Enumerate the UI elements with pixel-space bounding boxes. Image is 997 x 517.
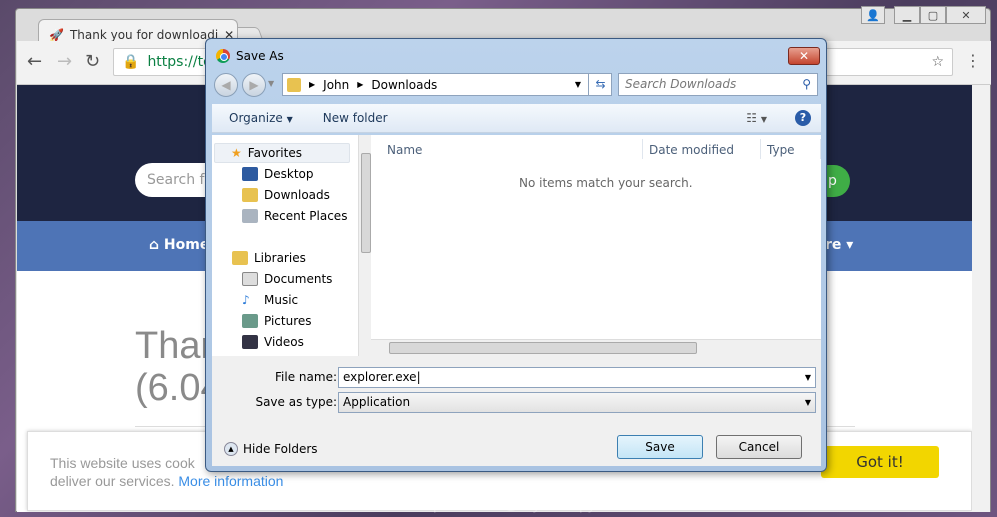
nav-more[interactable]: re ▾ [825,237,853,253]
help-icon[interactable]: ? [795,110,811,126]
nav-home[interactable]: ⌂ Home [149,237,209,253]
empty-message: No items match your search. [519,176,693,190]
profile-icon[interactable]: 👤 [861,6,885,24]
more-information-link[interactable]: More information [178,473,283,489]
lock-icon: 🔒 [122,54,140,70]
view-options-icon[interactable]: ☷ ▼ [746,111,767,125]
documents-icon [242,272,258,286]
column-date-modified[interactable]: Date modified [643,139,761,159]
nav-downloads[interactable]: Downloads [242,185,330,205]
nav-documents[interactable]: Documents [242,269,332,289]
hide-folders-button[interactable]: ▲ Hide Folders [224,442,318,456]
nav-recent-places[interactable]: Recent Places [242,206,347,226]
breadcrumb-john[interactable]: John [323,78,349,92]
breadcrumb-downloads[interactable]: Downloads [371,78,437,92]
music-icon: ♪ [242,293,250,307]
nav-libraries[interactable]: Libraries [232,248,306,268]
menu-icon[interactable]: ⋮ [965,51,981,70]
videos-icon [242,335,258,349]
save-as-type-label: Save as type: [255,395,337,409]
tab-title: Thank you for downloadi [69,27,219,42]
forward-icon[interactable]: → [57,51,72,72]
nav-favorites[interactable]: ★ Favorites [214,143,350,163]
nav-desktop[interactable]: Desktop [242,164,314,184]
forward-button[interactable]: ▶ [242,73,266,97]
dialog-toolbar: Organize ▼ New folder ☷ ▼ ? [212,104,821,133]
refresh-icon[interactable]: ⇆ [588,73,612,96]
desktop-icon [242,167,258,181]
downloads-icon [242,188,258,202]
star-icon: ★ [231,146,242,160]
navigation-pane: ★ Favorites Desktop Downloads Recent Plac… [212,135,373,356]
rocket-icon: 🚀 [49,27,64,42]
close-window-button[interactable]: ✕ [946,6,986,24]
column-type[interactable]: Type [761,139,821,159]
save-as-dialog: Save As ✕ ◀ ▶ ▼ ▶ John ▶ Downloads ▼ ⇆ Sea… [205,38,827,472]
file-name-input[interactable]: explorer.exe| ▼ [338,367,816,388]
chrome-icon [216,49,230,63]
cancel-button[interactable]: Cancel [716,435,802,459]
dialog-footer: File name: explorer.exe| ▼ Save as type: … [212,356,821,466]
page-scrollbar[interactable] [972,85,990,512]
save-as-type-select[interactable]: Application ▼ [338,392,816,413]
nav-pictures[interactable]: Pictures [242,311,312,331]
bookmark-star-icon[interactable]: ☆ [931,54,944,70]
back-button[interactable]: ◀ [214,73,238,97]
chevron-up-icon: ▲ [224,442,238,456]
downloads-folder-icon [287,77,301,92]
reload-icon[interactable]: ↻ [85,51,100,72]
horizontal-scrollbar[interactable] [371,339,821,356]
pictures-icon [242,314,258,328]
chevron-down-icon[interactable]: ▼ [575,80,581,89]
new-folder-button[interactable]: New folder [323,111,388,125]
dialog-title-bar: Save As [216,49,284,63]
dialog-title: Save As [236,49,284,63]
nav-music[interactable]: ♪ Music [242,290,298,310]
dialog-close-button[interactable]: ✕ [788,47,820,65]
libraries-icon [232,251,248,265]
recent-places-icon [242,209,258,223]
nav-videos[interactable]: Videos [242,332,304,352]
search-input[interactable]: Search Downloads ⚲ [618,73,818,96]
minimize-button[interactable]: ▁ [894,6,920,24]
organize-button[interactable]: Organize ▼ [229,111,293,125]
save-button[interactable]: Save [617,435,703,459]
file-name-label: File name: [275,370,337,384]
maximize-button[interactable]: ▢ [920,6,946,24]
back-icon[interactable]: ← [27,51,42,72]
column-name[interactable]: Name [381,139,643,159]
recent-dropdown-icon[interactable]: ▼ [268,79,274,88]
breadcrumb[interactable]: ▶ John ▶ Downloads ▼ [282,73,612,96]
file-list: Name Date modified Type No items match y… [371,135,821,356]
search-icon: ⚲ [802,77,811,91]
watermark: adwcleaner - explorer.exe@MyAntiSpyware [320,496,631,513]
got-it-button[interactable]: Got it! [821,446,939,478]
